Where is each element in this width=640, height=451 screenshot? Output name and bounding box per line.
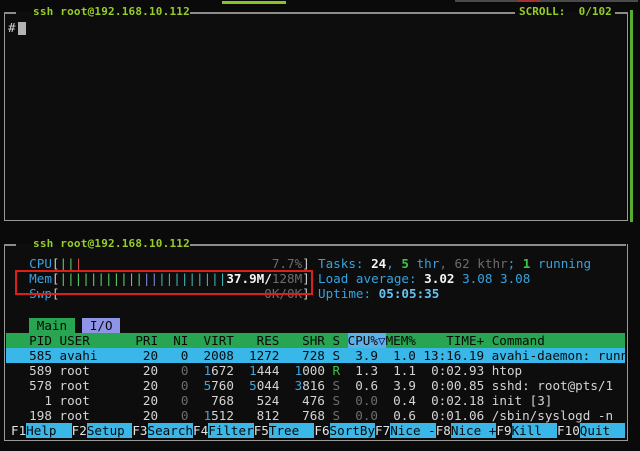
pane-top-border-stub-left xyxy=(4,12,16,14)
pane-top-green-edge xyxy=(630,10,633,222)
pane-bottom[interactable]: ssh root@192.168.10.112 CPU[||| 7.7%] Me… xyxy=(0,232,640,451)
fkey-action[interactable]: Nice - xyxy=(390,423,436,438)
fkey-action[interactable]: Kill xyxy=(512,423,558,438)
fkey-number: F8 xyxy=(436,423,451,438)
fkey-action[interactable]: Tree xyxy=(269,423,315,438)
process-row-selected[interactable]: 585 avahi 20 0 2008 1272 728 S 3.9 1.0 1… xyxy=(6,348,625,363)
function-key-bar[interactable]: F1Help F2Setup F3SearchF4FilterF5Tree F6… xyxy=(11,423,625,438)
fkey-action[interactable]: Help xyxy=(26,423,72,438)
fkey-number: F5 xyxy=(254,423,269,438)
fkey-action[interactable]: Quit xyxy=(580,423,625,438)
fkey-action[interactable]: Search xyxy=(148,423,194,438)
scroll-indicator: SCROLL: 0/102 xyxy=(519,5,612,18)
htop-tabs[interactable]: Main I/O xyxy=(14,318,120,333)
fkey-number: F2 xyxy=(72,423,87,438)
pane-top[interactable]: ssh root@192.168.10.112 SCROLL: 0/102 # xyxy=(0,0,640,230)
process-row[interactable]: 589 root 20 0 1672 1444 1000 R 1.3 1.1 0… xyxy=(6,363,625,378)
fkey-number: F6 xyxy=(314,423,329,438)
fkey-number: F4 xyxy=(193,423,208,438)
load-average: Load average: 3.02 3.08 3.08 xyxy=(318,271,530,286)
process-table-header[interactable]: PID USER PRI NI VIRT RES SHR S CPU%▽MEM%… xyxy=(6,333,625,348)
pane-bottom-border-stub-left xyxy=(4,244,16,246)
process-row[interactable]: 198 root 20 0 1512 812 768 S 0.0 0.6 0:0… xyxy=(6,408,625,423)
fkey-action[interactable]: Filter xyxy=(208,423,254,438)
fkey-action[interactable]: Setup xyxy=(87,423,133,438)
mem-annotation-box xyxy=(15,270,313,295)
text-cursor xyxy=(18,22,26,35)
fkey-number: F9 xyxy=(496,423,511,438)
process-row[interactable]: 1 root 20 0 768 524 476 S 0.0 0.4 0:02.1… xyxy=(6,393,625,408)
fkey-number: F7 xyxy=(375,423,390,438)
cpu-meter: CPU[||| 7.7%] xyxy=(14,256,310,271)
tasks-summary: Tasks: 24, 5 thr, 62 kthr; 1 running xyxy=(318,256,591,271)
terminal-screen: ssh root@192.168.10.112 SCROLL: 0/102 # … xyxy=(0,0,640,451)
fkey-action[interactable]: Nice + xyxy=(451,423,497,438)
pane-top-border xyxy=(4,12,628,221)
uptime: Uptime: 05:05:35 xyxy=(318,286,439,301)
pane-bottom-title-line xyxy=(190,244,626,246)
pane-bottom-title: ssh root@192.168.10.112 xyxy=(33,237,190,250)
shell-prompt[interactable]: # xyxy=(8,20,16,35)
fkey-number: F1 xyxy=(11,423,26,438)
fkey-action[interactable]: SortBy xyxy=(330,423,376,438)
fkey-number: F10 xyxy=(557,423,580,438)
pane-top-border-stub-right xyxy=(615,12,628,14)
process-row[interactable]: 578 root 20 0 5760 5044 3816 S 0.6 3.9 0… xyxy=(6,378,625,393)
pane-top-title: ssh root@192.168.10.112 xyxy=(33,5,190,18)
fkey-number: F3 xyxy=(132,423,147,438)
pane-top-title-line xyxy=(190,12,515,14)
